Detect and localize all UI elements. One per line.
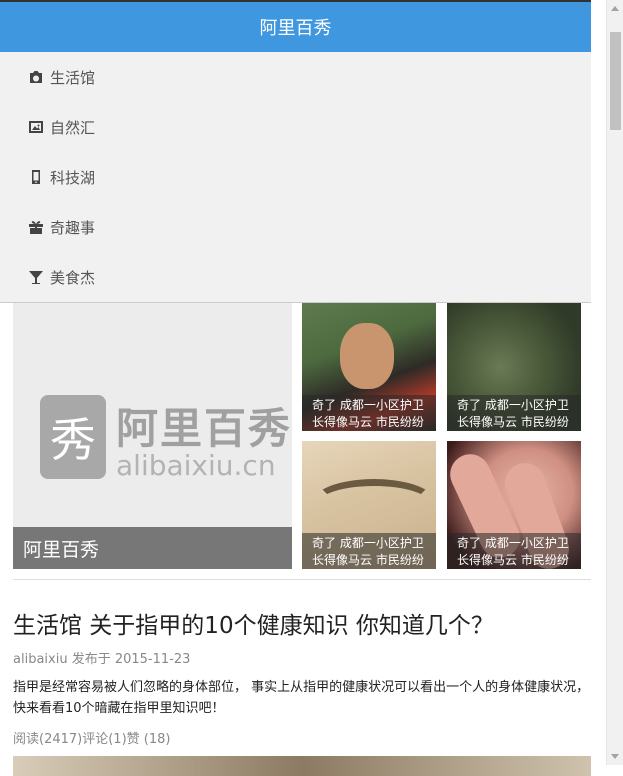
menu-item-nature[interactable]: 自然汇 (0, 102, 591, 152)
menu-item-food[interactable]: 美食杰 (0, 252, 591, 302)
logo-text-en: alibaixiu.cn (116, 449, 276, 482)
thumb-tile[interactable]: 奇了 成都一小区护卫长得像马云 市民纷纷 (447, 441, 581, 569)
scrollbar[interactable] (606, 0, 623, 765)
hero-caption: 阿里百秀 (13, 527, 292, 569)
thumb-image (312, 479, 436, 527)
scrollbar-thumb[interactable] (610, 32, 621, 130)
article-stats: 阅读(2417)评论(1)赞 (18) (13, 732, 171, 747)
article-meta: alibaixiu 发布于 2015-11-23 (13, 652, 191, 667)
article-summary: 指甲是经常容易被人们忽略的身体部位， 事实上从指甲的健康状况可以看出一个人的身体… (13, 680, 590, 716)
divider (13, 579, 591, 580)
camera-icon (30, 71, 42, 83)
menu-item-fun[interactable]: 奇趣事 (0, 202, 591, 252)
menu-item-tech[interactable]: 科技湖 (0, 152, 591, 202)
picture-icon (29, 121, 43, 133)
article-image[interactable] (13, 756, 591, 776)
thumb-tile[interactable]: 奇了 成都一小区护卫长得像马云 市民纷纷 (302, 441, 436, 569)
gift-icon (29, 221, 43, 234)
menu-item-label: 美食杰 (50, 268, 96, 287)
menu-item-label: 奇趣事 (50, 218, 96, 237)
app-header: 阿里百秀 (0, 0, 591, 52)
thumb-caption: 奇了 成都一小区护卫长得像马云 市民纷纷 (447, 533, 581, 569)
thumb-tile[interactable]: 奇了 成都一小区护卫长得像马云 市民纷纷 (447, 303, 581, 431)
logo-text-cn: 阿里百秀 (116, 404, 292, 453)
logo-glyph: 秀 (40, 395, 106, 479)
menu-item-label: 科技湖 (50, 168, 96, 187)
thumb-image (340, 323, 394, 389)
cocktail-icon (29, 271, 43, 284)
menu-item-label: 自然汇 (50, 118, 96, 137)
thumb-caption: 奇了 成都一小区护卫长得像马云 市民纷纷 (302, 533, 436, 569)
thumb-caption: 奇了 成都一小区护卫长得像马云 市民纷纷 (302, 395, 436, 431)
menu-item-life[interactable]: 生活馆 (0, 52, 591, 102)
hero-slide[interactable]: 秀 阿里百秀 alibaixiu.cn 阿里百秀 (13, 303, 292, 569)
scroll-up-arrow-icon[interactable] (611, 6, 619, 11)
thumb-caption: 奇了 成都一小区护卫长得像马云 市民纷纷 (447, 395, 581, 431)
app-title: 阿里百秀 (259, 18, 332, 39)
article-title[interactable]: 生活馆 关于指甲的10个健康知识 你知道几个？ (13, 606, 494, 640)
nav-menu: 生活馆 自然汇 科技湖 奇趣事 美食杰 (0, 52, 591, 303)
thumb-tile[interactable]: 奇了 成都一小区护卫长得像马云 市民纷纷 (302, 303, 436, 431)
menu-item-label: 生活馆 (50, 68, 96, 87)
mobile-icon (32, 170, 40, 184)
scroll-down-arrow-icon[interactable] (611, 754, 619, 759)
